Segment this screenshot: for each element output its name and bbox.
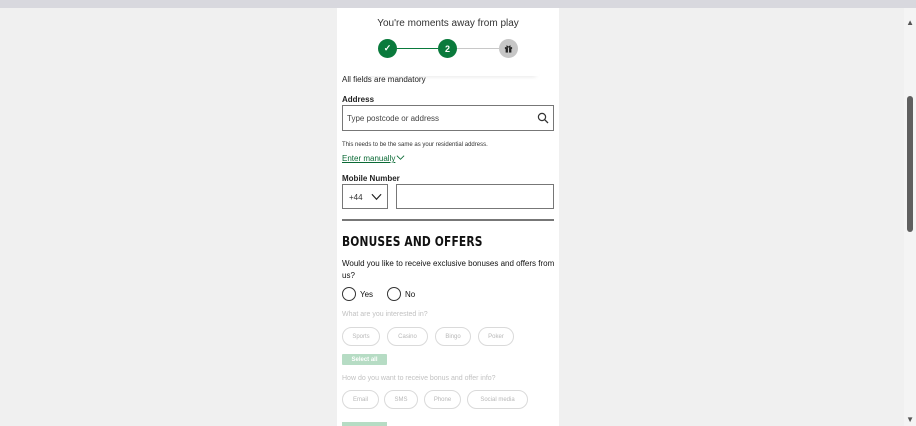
address-hint: This needs to be the same as your reside… [342,142,488,148]
chevron-down-icon [371,193,382,201]
registration-heading: You're moments away from play [377,18,519,29]
interest-chip-bingo[interactable]: Bingo [435,327,471,346]
interests-label: What are you interested in? [342,311,428,318]
radio-yes-label[interactable]: Yes [360,290,373,299]
scroll-up-arrow-icon[interactable]: ▲ [906,18,914,27]
country-code-value: +44 [349,193,363,202]
channel-chip-email[interactable]: Email [342,390,379,409]
select-all-channels-button[interactable] [342,422,387,426]
search-icon[interactable] [537,112,549,124]
channel-chip-phone[interactable]: Phone [424,390,461,409]
select-all-interests-button[interactable]: Select all [342,354,387,365]
section-divider [342,219,554,221]
mobile-number-input[interactable] [396,184,554,209]
interest-chip-sports[interactable]: Sports [342,327,380,346]
address-label: Address [342,95,375,104]
channels-label: How do you want to receive bonus and off… [342,375,496,382]
scrollbar-thumb[interactable] [907,96,913,232]
progress-stepper: ✓ 2 [337,38,559,60]
stepper-line-complete [397,48,438,49]
browser-top-bar [0,0,916,8]
address-input[interactable] [343,106,523,130]
radio-yes[interactable] [342,287,356,301]
page-scrollbar[interactable]: ▲ ▼ [904,8,916,426]
bonuses-section-title: BONUSES AND OFFERS [342,235,483,250]
country-code-select[interactable]: +44 [342,184,388,209]
enter-manually-link[interactable]: Enter manually [342,154,395,163]
bonuses-question: Would you like to receive exclusive bonu… [342,259,555,280]
stepper-line-pending [457,48,499,49]
scroll-down-arrow-icon[interactable]: ▼ [906,415,914,424]
mobile-number-label: Mobile Number [342,174,400,183]
channel-chip-sms[interactable]: SMS [384,390,418,409]
interest-chip-casino[interactable]: Casino [387,327,428,346]
address-search-field[interactable] [342,105,554,131]
step-1-complete-checkmark-icon: ✓ [378,39,397,58]
channel-chip-social-media[interactable]: Social media [467,390,528,409]
registration-panel: You're moments away from play ✓ 2 All fi… [337,8,559,426]
interest-chip-poker[interactable]: Poker [478,327,514,346]
step-3-gift-icon [499,39,518,58]
mandatory-note: All fields are mandatory [342,75,426,84]
radio-no-label[interactable]: No [405,290,415,299]
chevron-down-icon[interactable] [396,153,405,162]
step-2-current: 2 [438,39,457,58]
gift-icon [504,45,513,53]
radio-no[interactable] [387,287,401,301]
